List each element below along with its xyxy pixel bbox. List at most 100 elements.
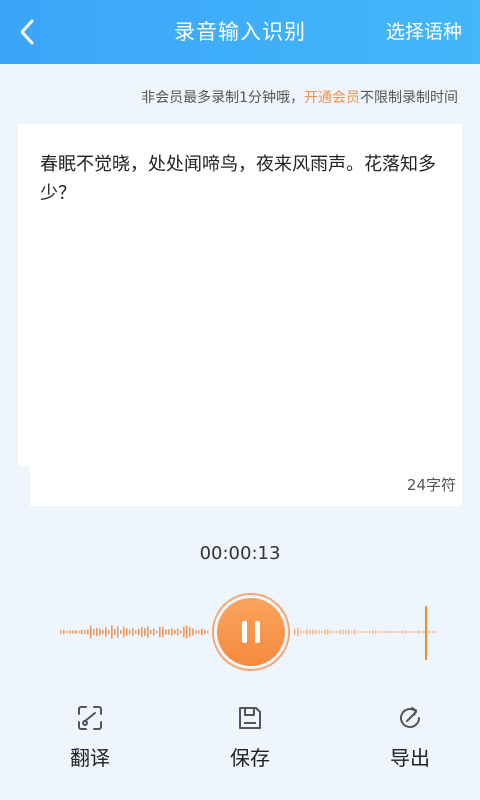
save-label: 保存 (230, 746, 270, 770)
waveform-bar (204, 629, 206, 635)
waveform-bar (90, 625, 92, 639)
waveform-bar (207, 630, 209, 634)
waveform-bar (330, 630, 332, 634)
waveform-bar (171, 628, 173, 636)
save-button[interactable]: 保存 (210, 700, 290, 771)
waveform-bar (66, 630, 68, 634)
waveform-bar (111, 625, 113, 639)
waveform-bar (117, 626, 119, 638)
waveform-bar (411, 631, 413, 633)
waveform-bar (360, 631, 362, 633)
recording-timer: 00:00:13 (199, 543, 281, 564)
waveform-bar (420, 631, 422, 633)
waveform-bar (369, 630, 371, 634)
member-limit-notice: 非会员最多录制1分钟哦，开通会员不限制录制时间 (141, 87, 458, 107)
waveform-bar (375, 630, 377, 634)
waveform-bar (183, 626, 185, 638)
waveform-bar (393, 631, 395, 633)
waveform-bar (192, 628, 194, 636)
waveform-bar (123, 626, 125, 638)
bottom-actions: 翻译 保存 导出 (0, 700, 480, 780)
waveform-bar (150, 629, 152, 635)
waveform-bar (102, 629, 104, 635)
waveform-bar (315, 630, 317, 634)
waveform-bar (294, 629, 296, 635)
waveform-bar (135, 630, 137, 634)
export-button[interactable]: 导出 (370, 700, 450, 771)
waveform-bar (153, 628, 155, 636)
waveform-bar (327, 629, 329, 635)
waveform-bar (162, 626, 164, 638)
waveform-bar (399, 631, 401, 633)
waveform-bar (99, 628, 101, 636)
waveform-bar (432, 630, 434, 634)
waveform-bar (174, 630, 176, 634)
waveform-bar (321, 630, 323, 634)
waveform-bar (69, 630, 71, 634)
notice-suffix: 不限制录制时间 (360, 90, 458, 106)
waveform-bar (333, 631, 335, 633)
waveform-bar (309, 630, 311, 634)
waveform-bar (84, 630, 86, 634)
waveform-bar (114, 629, 116, 635)
waveform-bar (357, 630, 359, 634)
waveform-bar (87, 629, 89, 635)
waveform-bar (78, 630, 80, 634)
open-membership-link[interactable]: 开通会员 (304, 90, 360, 106)
waveform-bar (63, 630, 65, 634)
waveform-bar (186, 625, 188, 639)
waveform-bar (300, 630, 302, 634)
waveform-bar (108, 629, 110, 635)
waveform-bar (387, 630, 389, 634)
waveform-bar (81, 629, 83, 635)
waveform-bar (180, 630, 182, 634)
waveform-bar (423, 630, 425, 634)
waveform-bar (72, 630, 74, 634)
waveform-bar (177, 628, 179, 636)
pause-button[interactable] (212, 593, 290, 671)
export-label: 导出 (390, 746, 430, 770)
waveform-bar (303, 631, 305, 633)
waveform-bar (93, 629, 95, 635)
waveform-bar (366, 631, 368, 633)
waveform-bar (345, 629, 347, 635)
waveform-bar (339, 629, 341, 635)
waveform-bar (168, 629, 170, 635)
waveform-bar (189, 626, 191, 638)
waveform-bar (60, 630, 62, 634)
waveform-bar (198, 630, 200, 634)
waveform-bar (105, 627, 107, 637)
waveform-bar (312, 629, 314, 635)
save-icon (239, 707, 261, 729)
translate-button[interactable]: 翻译 (50, 700, 130, 771)
char-count: 24字符 (406, 476, 456, 494)
waveform-bar (390, 630, 392, 634)
transcript-text[interactable]: 春眠不觉晓，处处闻啼鸟，夜来风雨声。花落知多少？ (40, 150, 442, 208)
waveform-bar (336, 630, 338, 634)
waveform-bar (381, 630, 383, 634)
waveform-bar (363, 631, 365, 633)
waveform-bar (195, 630, 197, 634)
waveform-bar (354, 629, 356, 635)
waveform-bar (318, 630, 320, 634)
waveform-bar (402, 630, 404, 634)
select-language-button[interactable]: 选择语种 (386, 17, 462, 44)
char-count-bar: 24字符 (30, 466, 462, 506)
waveform-bar (147, 626, 149, 638)
waveform-bar (396, 630, 398, 634)
waveform-bar (165, 629, 167, 635)
waveform-bar (126, 628, 128, 636)
waveform-bar (324, 629, 326, 635)
waveform-bar (201, 628, 203, 636)
transcript-card[interactable]: 春眠不觉晓，处处闻啼鸟，夜来风雨声。花落知多少？ (18, 124, 462, 466)
waveform-bar (417, 630, 419, 634)
waveform-bar (306, 629, 308, 635)
waveform-bar (414, 631, 416, 633)
waveform-bar (435, 631, 437, 633)
waveform-bar (156, 630, 158, 634)
waveform-bar (297, 627, 299, 637)
waveform-bar (405, 630, 407, 634)
waveform-bar (351, 630, 353, 634)
waveform-bar (138, 628, 140, 636)
waveform-bar (132, 628, 134, 636)
